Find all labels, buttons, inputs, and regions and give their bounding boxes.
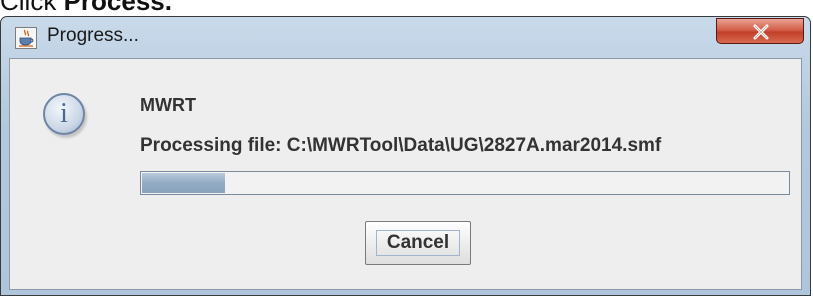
close-x-icon [753,24,769,40]
caption-prefix: Click [0,0,64,16]
dialog-content: i MWRT Processing file: C:\MWRTool\Data\… [9,58,802,290]
page: Click Process. Progress... i MWRT Proces… [0,0,813,297]
close-button[interactable] [716,18,804,44]
progress-bar [140,171,790,195]
message-heading: MWRT [140,95,196,115]
info-icon: i [43,93,85,135]
window-title: Progress... [47,25,139,46]
info-icon-glyph: i [60,98,68,129]
cancel-button-label: Cancel [386,232,450,253]
caption-bold: Process. [63,0,172,16]
progress-bar-fill [142,173,226,193]
progress-window: Progress... i MWRT Processing file: C:\M… [0,16,811,296]
title-bar[interactable]: Progress... [1,17,810,57]
processing-message: Processing file: C:\MWRTool\Data\UG\2827… [140,135,662,156]
instruction-caption: Click Process. [0,0,172,17]
cancel-button[interactable]: Cancel [365,221,471,265]
java-cup-icon [15,27,37,49]
